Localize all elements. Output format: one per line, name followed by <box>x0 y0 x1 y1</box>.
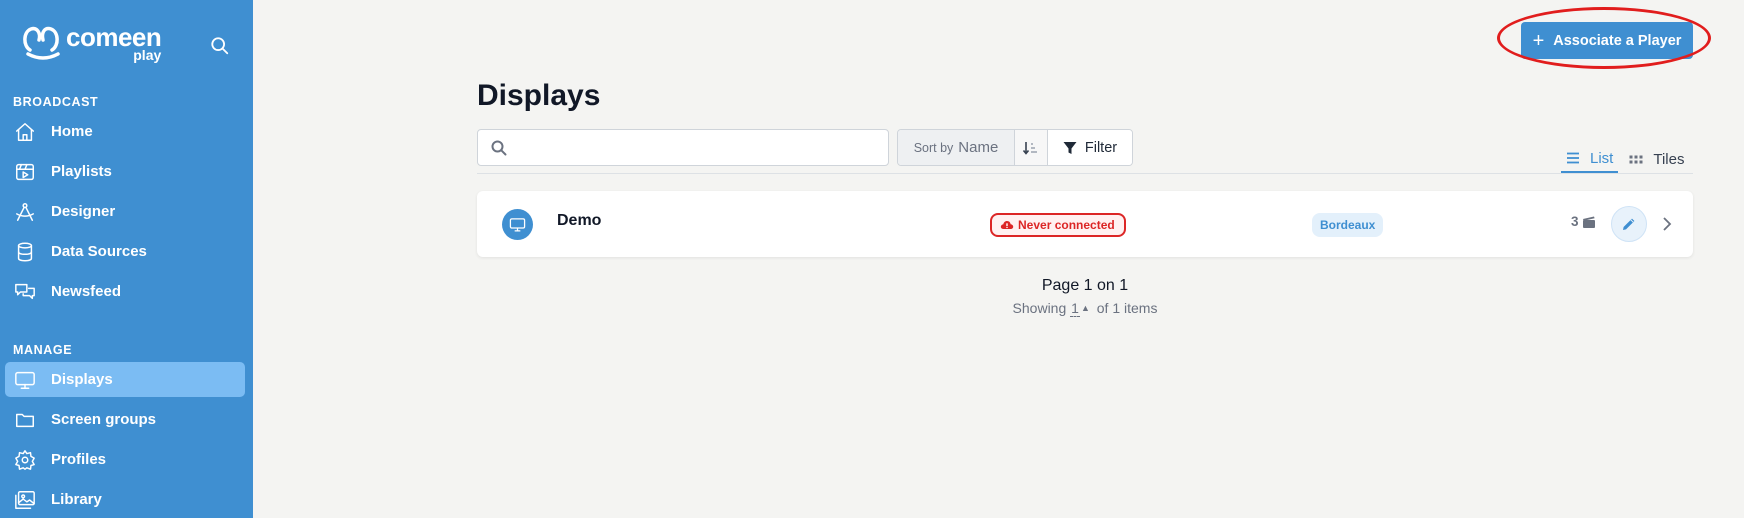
display-row[interactable]: Demo Never connected Bordeaux 3 <box>477 191 1693 257</box>
clapperboard-icon <box>1582 216 1595 228</box>
sidebar: comeen play BROADCAST Home Playlists Des… <box>0 0 253 518</box>
pagination-page: Page 1 on 1 <box>1041 277 1129 294</box>
showing-prefix: Showing <box>1012 300 1067 316</box>
location-badge[interactable]: Bordeaux <box>1312 213 1384 237</box>
status-badge: Never connected <box>990 213 1126 237</box>
content-count-value: 3 <box>1571 214 1579 229</box>
section-manage: MANAGE <box>13 343 73 357</box>
sort-ascending-icon <box>1022 141 1037 155</box>
showing-suffix: of 1 items <box>1096 300 1158 316</box>
chevron-right-icon[interactable] <box>1659 215 1675 233</box>
search-icon[interactable] <box>210 36 232 58</box>
status-text: Never connected <box>1018 218 1115 232</box>
grid-icon <box>1629 155 1643 164</box>
sidebar-item-label: Designer <box>51 203 116 220</box>
sort-field-value: Name <box>958 139 999 156</box>
sidebar-item-playlists[interactable]: Playlists <box>5 154 245 189</box>
sidebar-item-screen-groups[interactable]: Screen groups <box>5 402 245 437</box>
gear-icon <box>13 448 37 472</box>
database-icon <box>13 240 37 264</box>
sidebar-item-label: Screen groups <box>51 411 157 428</box>
sidebar-item-label: Library <box>51 491 102 508</box>
pencil-icon <box>1623 218 1635 230</box>
playlist-icon <box>13 160 37 184</box>
tab-list[interactable]: List <box>1561 145 1619 173</box>
sidebar-item-label: Data Sources <box>51 243 147 260</box>
sidebar-item-designer[interactable]: Designer <box>5 194 245 229</box>
monitor-icon <box>502 209 533 240</box>
chat-icon <box>13 280 37 304</box>
sidebar-item-label: Profiles <box>51 451 107 468</box>
content-count: 3 <box>1571 214 1596 229</box>
plus-icon: + <box>1532 29 1545 52</box>
associate-player-label: Associate a Player <box>1553 32 1682 49</box>
tab-list-label: List <box>1590 149 1614 167</box>
sidebar-item-label: Home <box>51 123 93 140</box>
sidebar-item-label: Playlists <box>51 163 112 180</box>
sidebar-item-label: Displays <box>51 371 113 388</box>
monitor-icon <box>13 368 37 392</box>
filter-icon <box>1063 141 1077 154</box>
section-broadcast: BROADCAST <box>13 95 99 109</box>
tab-tiles-label: Tiles <box>1653 150 1685 168</box>
logo[interactable]: comeen play <box>22 24 162 62</box>
tab-tiles[interactable]: Tiles <box>1624 145 1689 173</box>
sidebar-item-newsfeed[interactable]: Newsfeed <box>5 274 245 309</box>
search-field[interactable] <box>477 129 889 166</box>
pagination-summary: Showing 1 ▲ of 1 items <box>477 300 1693 317</box>
filter-label: Filter <box>1084 139 1118 156</box>
images-icon <box>13 488 37 512</box>
search-input[interactable] <box>516 130 876 165</box>
display-name: Demo <box>557 212 602 229</box>
page-title: Displays <box>477 79 601 112</box>
sidebar-item-profiles[interactable]: Profiles <box>5 442 245 477</box>
sidebar-item-data-sources[interactable]: Data Sources <box>5 234 245 269</box>
sidebar-item-displays[interactable]: Displays <box>5 362 245 397</box>
designer-icon <box>13 200 37 224</box>
sort-field-select[interactable]: Sort by Name <box>898 130 1015 165</box>
sort-direction-button[interactable] <box>1015 130 1048 165</box>
sidebar-item-home[interactable]: Home <box>5 114 245 149</box>
page-size-select[interactable]: 1 <box>1070 300 1080 317</box>
sort-filter-group: Sort by Name Filter <box>897 129 1133 166</box>
associate-player-button[interactable]: + Associate a Player <box>1521 22 1693 59</box>
list-icon <box>1567 152 1579 164</box>
view-toggle: List Tiles <box>1561 145 1689 173</box>
home-icon <box>13 120 37 144</box>
edit-button[interactable] <box>1611 206 1647 242</box>
filter-button[interactable]: Filter <box>1048 130 1132 165</box>
cloud-alert-icon <box>1000 221 1014 229</box>
search-icon <box>491 140 507 156</box>
comeen-logo-icon <box>23 26 60 60</box>
sidebar-item-library[interactable]: Library <box>5 482 245 517</box>
sort-by-label: Sort by <box>913 140 954 155</box>
sidebar-item-label: Newsfeed <box>51 283 122 300</box>
toolbar-divider <box>477 173 1693 174</box>
caret-up-icon: ▲ <box>1080 303 1090 313</box>
folder-icon <box>13 408 37 432</box>
